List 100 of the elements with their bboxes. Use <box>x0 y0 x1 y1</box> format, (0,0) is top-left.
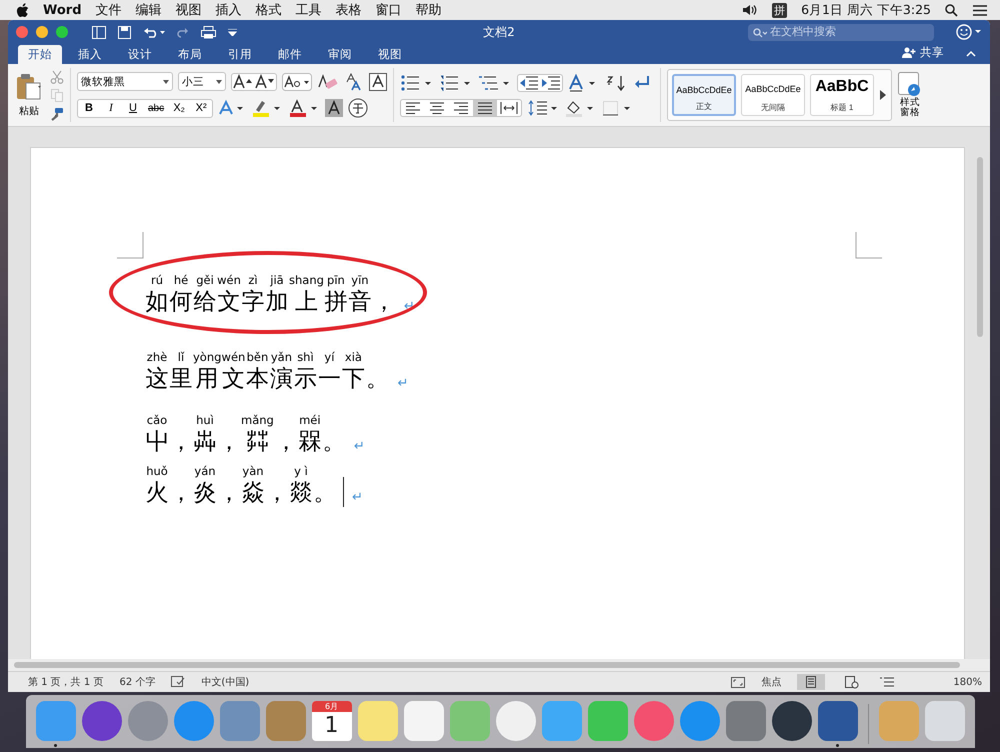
print-icon[interactable] <box>201 26 216 38</box>
chinese-character: ， <box>372 288 396 316</box>
ribbon-tab[interactable]: 插入 <box>68 45 112 64</box>
decrease-indent-icon[interactable] <box>518 74 540 90</box>
search-icon[interactable] <box>945 4 958 16</box>
zoom-level[interactable]: 180% <box>953 676 982 688</box>
search-field[interactable]: 在文档中搜索 <box>748 24 934 40</box>
page-count[interactable]: 第 1 页，共 1 页 <box>28 675 104 689</box>
grow-font-icon[interactable] <box>232 74 254 90</box>
clear-formatting-icon[interactable] <box>317 72 339 90</box>
multilevel-list-icon[interactable] <box>478 74 512 92</box>
chinese-character: 槑 <box>298 428 322 456</box>
word-count[interactable]: 62 个字 <box>119 675 156 689</box>
more-styles-icon[interactable] <box>879 90 887 100</box>
window-title: 文档2 <box>483 24 515 40</box>
justify-icon[interactable] <box>473 100 497 116</box>
format-painter-icon[interactable] <box>50 106 64 120</box>
chinese-character: 加 <box>266 288 288 316</box>
ribbon-tab[interactable]: 邮件 <box>268 45 312 64</box>
format-button[interactable]: abc <box>144 100 168 116</box>
menu-item[interactable]: 格式 <box>256 1 282 19</box>
style-option[interactable]: AaBbCcDdEe 正文 <box>672 74 736 116</box>
customize-caret-icon[interactable] <box>228 28 237 36</box>
minimize-button[interactable] <box>36 26 48 38</box>
format-button[interactable]: B <box>78 100 100 116</box>
borders-icon[interactable] <box>601 98 633 116</box>
paste-button[interactable]: 粘贴 <box>14 72 44 118</box>
app-icon[interactable] <box>772 700 812 740</box>
language[interactable]: 中文(中国) <box>201 675 250 689</box>
zoom-button[interactable] <box>56 26 68 38</box>
proofing-icon[interactable] <box>171 676 186 688</box>
save-icon[interactable] <box>118 26 131 38</box>
bullet-list-icon[interactable] <box>400 74 434 92</box>
menu-item[interactable]: 插入 <box>216 1 242 19</box>
styles-pane-button[interactable]: 样式 窗格 <box>898 72 922 118</box>
menu-item[interactable]: 帮助 <box>416 1 442 19</box>
volume-icon[interactable] <box>742 4 758 16</box>
menu-item[interactable]: 窗口 <box>376 1 402 19</box>
shading-icon[interactable] <box>564 98 596 116</box>
input-method-badge[interactable]: 拼 <box>772 2 788 18</box>
smiley-icon[interactable] <box>956 24 982 40</box>
font-size-dropdown[interactable]: 小三 <box>178 72 226 91</box>
print-layout-icon[interactable] <box>797 674 826 690</box>
app-icon[interactable] <box>82 700 122 740</box>
format-button[interactable]: X₂ <box>168 100 190 116</box>
apple-icon[interactable] <box>16 2 29 18</box>
ribbon-tab[interactable]: 审阅 <box>318 45 362 64</box>
format-button[interactable]: I <box>100 100 122 116</box>
menu-item[interactable]: 视图 <box>176 1 202 19</box>
app-menu[interactable]: Word <box>43 2 82 18</box>
format-button[interactable]: U <box>122 100 144 116</box>
sort-icon[interactable] <box>605 74 627 92</box>
pinyin: pīn <box>327 273 345 288</box>
ribbon-tab[interactable]: 布局 <box>168 45 212 64</box>
ribbon-tab[interactable]: 视图 <box>368 45 412 64</box>
pinyin: yīn <box>351 273 369 288</box>
chinese-character: 文 <box>222 365 245 393</box>
numbered-list-icon[interactable] <box>439 74 473 92</box>
character-shading-icon[interactable] <box>325 99 344 117</box>
pinyin: rú <box>150 273 164 288</box>
collapse-ribbon-icon[interactable] <box>966 50 976 57</box>
pinyin: wén <box>217 273 241 288</box>
undo-icon[interactable] <box>143 26 165 38</box>
focus-icon[interactable] <box>731 676 746 688</box>
clock[interactable]: 6月1日 周六 下午3:25 <box>801 2 931 18</box>
redo-icon[interactable] <box>177 26 189 38</box>
ribbon-tab[interactable]: 引用 <box>218 45 262 64</box>
change-case-icon[interactable] <box>282 72 312 90</box>
chinese-character: 。 <box>366 365 389 393</box>
format-button[interactable]: X² <box>190 100 212 116</box>
pinyin: lǐ <box>178 350 184 365</box>
calendar-icon[interactable]: 6月 1 <box>312 700 352 740</box>
sidebar-icon[interactable] <box>92 26 106 38</box>
chinese-character: 上 <box>294 288 318 316</box>
list-icon[interactable] <box>972 4 988 16</box>
character-border-icon[interactable] <box>369 72 387 90</box>
ribbon-tab[interactable]: 设计 <box>118 45 162 64</box>
app-icon[interactable] <box>818 700 858 740</box>
font-name-dropdown[interactable]: 微软雅黑 <box>77 72 173 91</box>
chinese-character: 何 <box>170 288 192 316</box>
horizontal-scrollbar[interactable] <box>8 659 990 671</box>
menu-item[interactable]: 表格 <box>336 1 362 19</box>
menu-item[interactable]: 编辑 <box>136 1 162 19</box>
paragraph-mark: ↵ <box>352 490 363 505</box>
pinyin: jiā <box>270 273 284 288</box>
focus-button[interactable]: 焦点 <box>761 675 782 689</box>
enclose-character-icon[interactable] <box>348 98 368 118</box>
ribbon-tab[interactable]: 开始 <box>18 45 62 64</box>
shrink-font-icon[interactable] <box>254 74 276 90</box>
menu-item[interactable]: 文件 <box>96 1 122 19</box>
chinese-character: 里 <box>170 365 192 393</box>
menu-item[interactable]: 工具 <box>296 1 322 19</box>
share-button[interactable]: 共享 <box>896 44 950 61</box>
line-spacing-icon[interactable] <box>527 98 559 116</box>
style-option[interactable]: AaBbC 标题 1 <box>810 74 874 116</box>
chinese-character: 燚 <box>290 479 312 507</box>
increase-indent-icon[interactable] <box>540 74 562 90</box>
style-option[interactable]: AaBbCcDdEe 无间隔 <box>741 74 805 116</box>
pinyin: xià <box>344 350 362 365</box>
cut-icon[interactable] <box>50 70 64 84</box>
